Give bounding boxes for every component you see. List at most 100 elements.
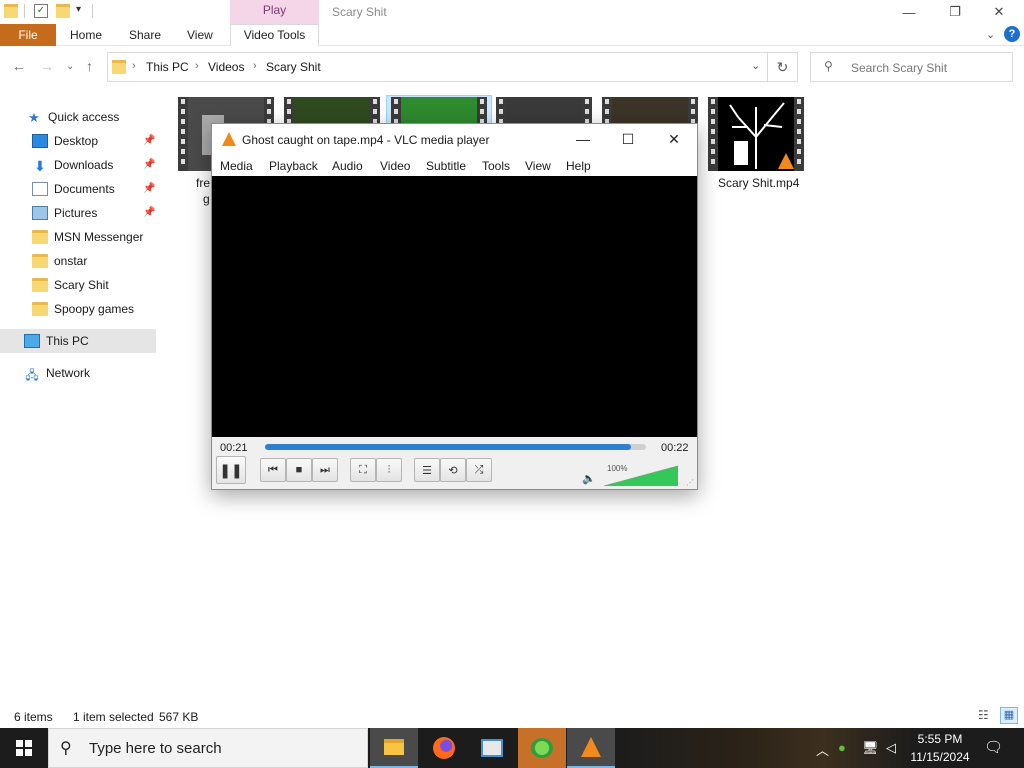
sidebar-item-label: Spoopy games [54,302,135,316]
address-bar[interactable]: ⌄ [107,52,768,82]
clock-date[interactable]: 11/15/2024 [908,750,972,764]
vlc-menu-playback[interactable]: Playback [269,159,318,173]
sidebar-item-scary-shit[interactable]: Scary Shit [0,273,156,297]
sidebar-item-this-pc[interactable]: This PC [0,329,156,353]
sidebar-item-msn-messenger[interactable]: MSN Messenger [0,225,156,249]
taskbar-search-input[interactable]: Type here to search [48,728,368,768]
sidebar-item-label: Documents [54,182,115,196]
vlc-playlist-button[interactable]: ☰ [414,458,440,482]
address-dropdown-icon[interactable]: ⌄ [751,59,760,72]
sidebar-item-documents[interactable]: Documents 📌 [0,177,156,201]
item-count: 6 items [14,710,53,724]
vlc-fullscreen-button[interactable]: ⛶ [350,458,376,482]
sidebar-item-downloads[interactable]: ⬇ Downloads 📌 [0,153,156,177]
vlc-seek-progress [265,444,631,450]
vlc-maximize-button[interactable]: ☐ [606,126,650,152]
clock-time[interactable]: 5:55 PM [910,732,970,746]
breadcrumb-this-pc[interactable]: This PC [146,60,189,74]
computer-icon [24,334,40,348]
firefox-icon [433,737,455,759]
folder-icon [112,60,126,74]
refresh-button[interactable]: ↻ [768,52,798,82]
notification-icon[interactable]: 🗨 [984,738,1003,756]
vlc-volume-slider[interactable] [604,464,678,486]
pin-icon: 📌 [143,159,156,170]
new-folder-icon[interactable] [56,4,70,18]
vlc-menu-subtitle[interactable]: Subtitle [426,159,466,173]
vlc-stop-button[interactable]: ■ [286,458,312,482]
tab-view[interactable]: View [187,28,213,42]
resize-grip-icon[interactable]: ⋰ [686,478,694,487]
file-label[interactable]: fre [196,176,210,190]
vlc-video-area[interactable] [212,176,697,437]
vlc-minimize-button[interactable]: — [561,126,605,152]
taskbar-file-explorer[interactable] [370,728,418,768]
vlc-menu-tools[interactable]: Tools [482,159,510,173]
vlc-menu-audio[interactable]: Audio [332,159,363,173]
search-input[interactable]: Search Scary Shit [810,52,1013,82]
vlc-window[interactable]: Ghost caught on tape.mp4 - VLC media pla… [211,123,698,490]
vlc-menu-media[interactable]: Media [220,159,253,173]
vlc-previous-button[interactable]: ⏮ [260,458,286,482]
start-button[interactable] [0,728,48,768]
sidebar-item-label: onstar [54,254,88,268]
large-icons-view-icon[interactable]: ▦ [1000,707,1018,724]
sidebar-item-network[interactable]: 🖧 Network [0,361,156,385]
folder-icon [32,278,48,292]
file-label[interactable]: g [203,192,210,206]
up-button[interactable]: ↑ [86,58,93,74]
tab-video-tools[interactable]: Video Tools [230,24,319,46]
recent-locations-icon[interactable]: ⌄ [66,61,74,72]
tab-share[interactable]: Share [129,28,161,42]
taskbar-app[interactable] [468,728,516,768]
vlc-extended-settings-button[interactable]: ⫶ [376,458,402,482]
help-icon[interactable]: ? [1004,26,1020,42]
minimize-button[interactable]: — [886,0,932,24]
star-icon: ★ [28,110,40,125]
vlc-title-bar[interactable]: Ghost caught on tape.mp4 - VLC media pla… [212,124,697,154]
forward-button[interactable]: → [40,58,54,74]
vlc-shuffle-button[interactable]: ⤮ [466,458,492,482]
volume-tray-icon[interactable]: ◁ [886,740,896,756]
taskbar-vlc[interactable] [567,728,615,768]
file-label-scary-shit[interactable]: Scary Shit.mp4 [718,176,799,190]
vlc-volume-icon[interactable]: 🔈 [582,472,596,485]
maximize-button[interactable]: ❐ [932,0,978,24]
sidebar-item-spoopy-games[interactable]: Spoopy games [0,297,156,321]
vlc-title: Ghost caught on tape.mp4 - VLC media pla… [242,133,490,147]
tab-file[interactable]: File [0,24,56,46]
play-contextual-tab[interactable]: Play [230,3,319,17]
windows-icon [16,740,32,756]
vlc-menu-video[interactable]: Video [380,159,410,173]
vlc-menu-help[interactable]: Help [566,159,591,173]
taskbar-firefox[interactable] [420,728,468,768]
vlc-menu-view[interactable]: View [525,159,551,173]
vlc-close-button[interactable]: ✕ [652,126,696,152]
network-tray-icon[interactable]: 🖥 [862,740,879,756]
vlc-pause-button[interactable]: ❚❚ [216,456,246,484]
sidebar-quick-access[interactable]: ★ Quick access [0,105,156,129]
breadcrumb-scary-shit[interactable]: Scary Shit [266,60,321,74]
back-button[interactable]: ← [12,58,26,74]
sidebar-item-desktop[interactable]: Desktop 📌 [0,129,156,153]
breadcrumb-separator-icon: › [253,60,257,72]
show-hidden-icons[interactable]: ︿ [816,740,829,759]
customize-qat-icon[interactable]: ▾ [76,4,81,15]
vlc-loop-button[interactable]: ⟲ [440,458,466,482]
sidebar-item-label: Quick access [48,110,120,124]
vlc-next-button[interactable]: ⏭ [312,458,338,482]
details-view-icon[interactable]: ☷ [978,708,989,722]
sidebar-item-onstar[interactable]: onstar [0,249,156,273]
taskbar-msn-messenger[interactable] [518,728,566,768]
messenger-tray-icon[interactable]: ● [838,740,846,755]
properties-icon[interactable]: ✓ [34,4,48,18]
vlc-cone-icon [581,737,601,757]
expand-ribbon-icon[interactable]: ⌄ [986,28,995,41]
explorer-title-bar: ✓ ▾ [0,0,1024,24]
file-thumbnail-scary-shit[interactable] [708,97,804,171]
breadcrumb-videos[interactable]: Videos [208,60,244,74]
sidebar-item-pictures[interactable]: Pictures 📌 [0,201,156,225]
vlc-seek-bar[interactable] [265,444,646,450]
close-button[interactable]: ✕ [976,0,1022,24]
tab-home[interactable]: Home [70,28,102,42]
